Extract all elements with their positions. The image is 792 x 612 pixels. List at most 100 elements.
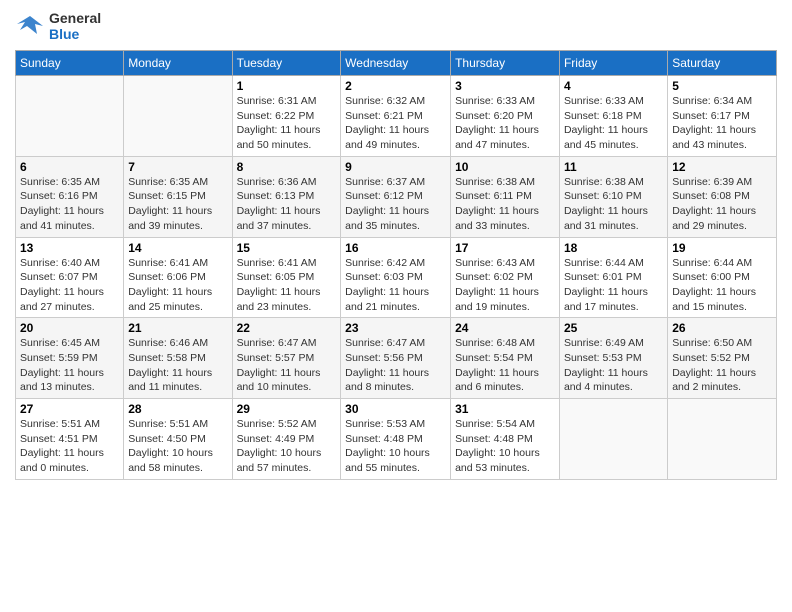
day-info: Sunrise: 6:42 AM Sunset: 6:03 PM Dayligh… <box>345 256 446 315</box>
weekday-thursday: Thursday <box>451 51 560 76</box>
day-number: 20 <box>20 321 119 335</box>
calendar-cell <box>559 399 667 480</box>
day-info: Sunrise: 6:47 AM Sunset: 5:57 PM Dayligh… <box>237 336 337 395</box>
day-info: Sunrise: 5:54 AM Sunset: 4:48 PM Dayligh… <box>455 417 555 476</box>
calendar-cell: 11Sunrise: 6:38 AM Sunset: 6:10 PM Dayli… <box>559 156 667 237</box>
header: General Blue <box>15 10 777 42</box>
day-number: 22 <box>237 321 337 335</box>
weekday-wednesday: Wednesday <box>341 51 451 76</box>
day-info: Sunrise: 5:51 AM Sunset: 4:51 PM Dayligh… <box>20 417 119 476</box>
day-number: 5 <box>672 79 772 93</box>
day-info: Sunrise: 6:38 AM Sunset: 6:11 PM Dayligh… <box>455 175 555 234</box>
day-info: Sunrise: 6:35 AM Sunset: 6:15 PM Dayligh… <box>128 175 227 234</box>
logo-bird-icon <box>15 12 45 40</box>
calendar-cell <box>16 76 124 157</box>
day-info: Sunrise: 6:43 AM Sunset: 6:02 PM Dayligh… <box>455 256 555 315</box>
logo: General Blue <box>15 10 101 42</box>
day-number: 15 <box>237 241 337 255</box>
day-info: Sunrise: 6:33 AM Sunset: 6:20 PM Dayligh… <box>455 94 555 153</box>
day-info: Sunrise: 6:40 AM Sunset: 6:07 PM Dayligh… <box>20 256 119 315</box>
day-number: 14 <box>128 241 227 255</box>
day-number: 10 <box>455 160 555 174</box>
calendar-cell: 18Sunrise: 6:44 AM Sunset: 6:01 PM Dayli… <box>559 237 667 318</box>
day-info: Sunrise: 5:51 AM Sunset: 4:50 PM Dayligh… <box>128 417 227 476</box>
weekday-friday: Friday <box>559 51 667 76</box>
weekday-sunday: Sunday <box>16 51 124 76</box>
week-row-4: 20Sunrise: 6:45 AM Sunset: 5:59 PM Dayli… <box>16 318 777 399</box>
calendar-cell: 17Sunrise: 6:43 AM Sunset: 6:02 PM Dayli… <box>451 237 560 318</box>
day-number: 19 <box>672 241 772 255</box>
calendar-table: SundayMondayTuesdayWednesdayThursdayFrid… <box>15 50 777 480</box>
calendar-cell: 30Sunrise: 5:53 AM Sunset: 4:48 PM Dayli… <box>341 399 451 480</box>
calendar-cell: 12Sunrise: 6:39 AM Sunset: 6:08 PM Dayli… <box>668 156 777 237</box>
week-row-3: 13Sunrise: 6:40 AM Sunset: 6:07 PM Dayli… <box>16 237 777 318</box>
calendar-cell: 7Sunrise: 6:35 AM Sunset: 6:15 PM Daylig… <box>124 156 232 237</box>
day-info: Sunrise: 6:32 AM Sunset: 6:21 PM Dayligh… <box>345 94 446 153</box>
day-number: 27 <box>20 402 119 416</box>
calendar-cell: 5Sunrise: 6:34 AM Sunset: 6:17 PM Daylig… <box>668 76 777 157</box>
calendar-cell <box>124 76 232 157</box>
day-info: Sunrise: 5:53 AM Sunset: 4:48 PM Dayligh… <box>345 417 446 476</box>
day-info: Sunrise: 6:33 AM Sunset: 6:18 PM Dayligh… <box>564 94 663 153</box>
calendar-cell: 22Sunrise: 6:47 AM Sunset: 5:57 PM Dayli… <box>232 318 341 399</box>
calendar-cell: 20Sunrise: 6:45 AM Sunset: 5:59 PM Dayli… <box>16 318 124 399</box>
day-number: 9 <box>345 160 446 174</box>
day-number: 29 <box>237 402 337 416</box>
day-number: 12 <box>672 160 772 174</box>
calendar-cell: 8Sunrise: 6:36 AM Sunset: 6:13 PM Daylig… <box>232 156 341 237</box>
logo-text: General Blue <box>49 10 101 42</box>
day-number: 31 <box>455 402 555 416</box>
calendar-cell: 27Sunrise: 5:51 AM Sunset: 4:51 PM Dayli… <box>16 399 124 480</box>
day-number: 26 <box>672 321 772 335</box>
calendar-cell: 21Sunrise: 6:46 AM Sunset: 5:58 PM Dayli… <box>124 318 232 399</box>
calendar-cell: 31Sunrise: 5:54 AM Sunset: 4:48 PM Dayli… <box>451 399 560 480</box>
day-number: 2 <box>345 79 446 93</box>
day-info: Sunrise: 6:36 AM Sunset: 6:13 PM Dayligh… <box>237 175 337 234</box>
day-info: Sunrise: 6:46 AM Sunset: 5:58 PM Dayligh… <box>128 336 227 395</box>
day-number: 24 <box>455 321 555 335</box>
calendar-cell: 14Sunrise: 6:41 AM Sunset: 6:06 PM Dayli… <box>124 237 232 318</box>
day-number: 8 <box>237 160 337 174</box>
weekday-header-row: SundayMondayTuesdayWednesdayThursdayFrid… <box>16 51 777 76</box>
day-info: Sunrise: 6:35 AM Sunset: 6:16 PM Dayligh… <box>20 175 119 234</box>
calendar-cell: 9Sunrise: 6:37 AM Sunset: 6:12 PM Daylig… <box>341 156 451 237</box>
day-number: 30 <box>345 402 446 416</box>
calendar-cell: 4Sunrise: 6:33 AM Sunset: 6:18 PM Daylig… <box>559 76 667 157</box>
day-number: 4 <box>564 79 663 93</box>
day-info: Sunrise: 6:50 AM Sunset: 5:52 PM Dayligh… <box>672 336 772 395</box>
calendar-cell <box>668 399 777 480</box>
day-number: 18 <box>564 241 663 255</box>
day-info: Sunrise: 6:34 AM Sunset: 6:17 PM Dayligh… <box>672 94 772 153</box>
calendar-cell: 28Sunrise: 5:51 AM Sunset: 4:50 PM Dayli… <box>124 399 232 480</box>
day-info: Sunrise: 5:52 AM Sunset: 4:49 PM Dayligh… <box>237 417 337 476</box>
day-info: Sunrise: 6:41 AM Sunset: 6:05 PM Dayligh… <box>237 256 337 315</box>
weekday-saturday: Saturday <box>668 51 777 76</box>
day-info: Sunrise: 6:47 AM Sunset: 5:56 PM Dayligh… <box>345 336 446 395</box>
calendar-cell: 6Sunrise: 6:35 AM Sunset: 6:16 PM Daylig… <box>16 156 124 237</box>
day-info: Sunrise: 6:49 AM Sunset: 5:53 PM Dayligh… <box>564 336 663 395</box>
calendar-cell: 1Sunrise: 6:31 AM Sunset: 6:22 PM Daylig… <box>232 76 341 157</box>
calendar-cell: 15Sunrise: 6:41 AM Sunset: 6:05 PM Dayli… <box>232 237 341 318</box>
day-number: 21 <box>128 321 227 335</box>
calendar-cell: 2Sunrise: 6:32 AM Sunset: 6:21 PM Daylig… <box>341 76 451 157</box>
calendar-cell: 23Sunrise: 6:47 AM Sunset: 5:56 PM Dayli… <box>341 318 451 399</box>
calendar-cell: 13Sunrise: 6:40 AM Sunset: 6:07 PM Dayli… <box>16 237 124 318</box>
day-number: 13 <box>20 241 119 255</box>
calendar-cell: 3Sunrise: 6:33 AM Sunset: 6:20 PM Daylig… <box>451 76 560 157</box>
calendar-cell: 29Sunrise: 5:52 AM Sunset: 4:49 PM Dayli… <box>232 399 341 480</box>
day-info: Sunrise: 6:45 AM Sunset: 5:59 PM Dayligh… <box>20 336 119 395</box>
day-number: 17 <box>455 241 555 255</box>
calendar-cell: 24Sunrise: 6:48 AM Sunset: 5:54 PM Dayli… <box>451 318 560 399</box>
day-info: Sunrise: 6:39 AM Sunset: 6:08 PM Dayligh… <box>672 175 772 234</box>
day-info: Sunrise: 6:44 AM Sunset: 6:01 PM Dayligh… <box>564 256 663 315</box>
day-info: Sunrise: 6:38 AM Sunset: 6:10 PM Dayligh… <box>564 175 663 234</box>
day-number: 28 <box>128 402 227 416</box>
calendar-cell: 16Sunrise: 6:42 AM Sunset: 6:03 PM Dayli… <box>341 237 451 318</box>
day-number: 1 <box>237 79 337 93</box>
day-info: Sunrise: 6:37 AM Sunset: 6:12 PM Dayligh… <box>345 175 446 234</box>
calendar-cell: 25Sunrise: 6:49 AM Sunset: 5:53 PM Dayli… <box>559 318 667 399</box>
calendar-cell: 26Sunrise: 6:50 AM Sunset: 5:52 PM Dayli… <box>668 318 777 399</box>
day-info: Sunrise: 6:44 AM Sunset: 6:00 PM Dayligh… <box>672 256 772 315</box>
day-number: 7 <box>128 160 227 174</box>
week-row-5: 27Sunrise: 5:51 AM Sunset: 4:51 PM Dayli… <box>16 399 777 480</box>
